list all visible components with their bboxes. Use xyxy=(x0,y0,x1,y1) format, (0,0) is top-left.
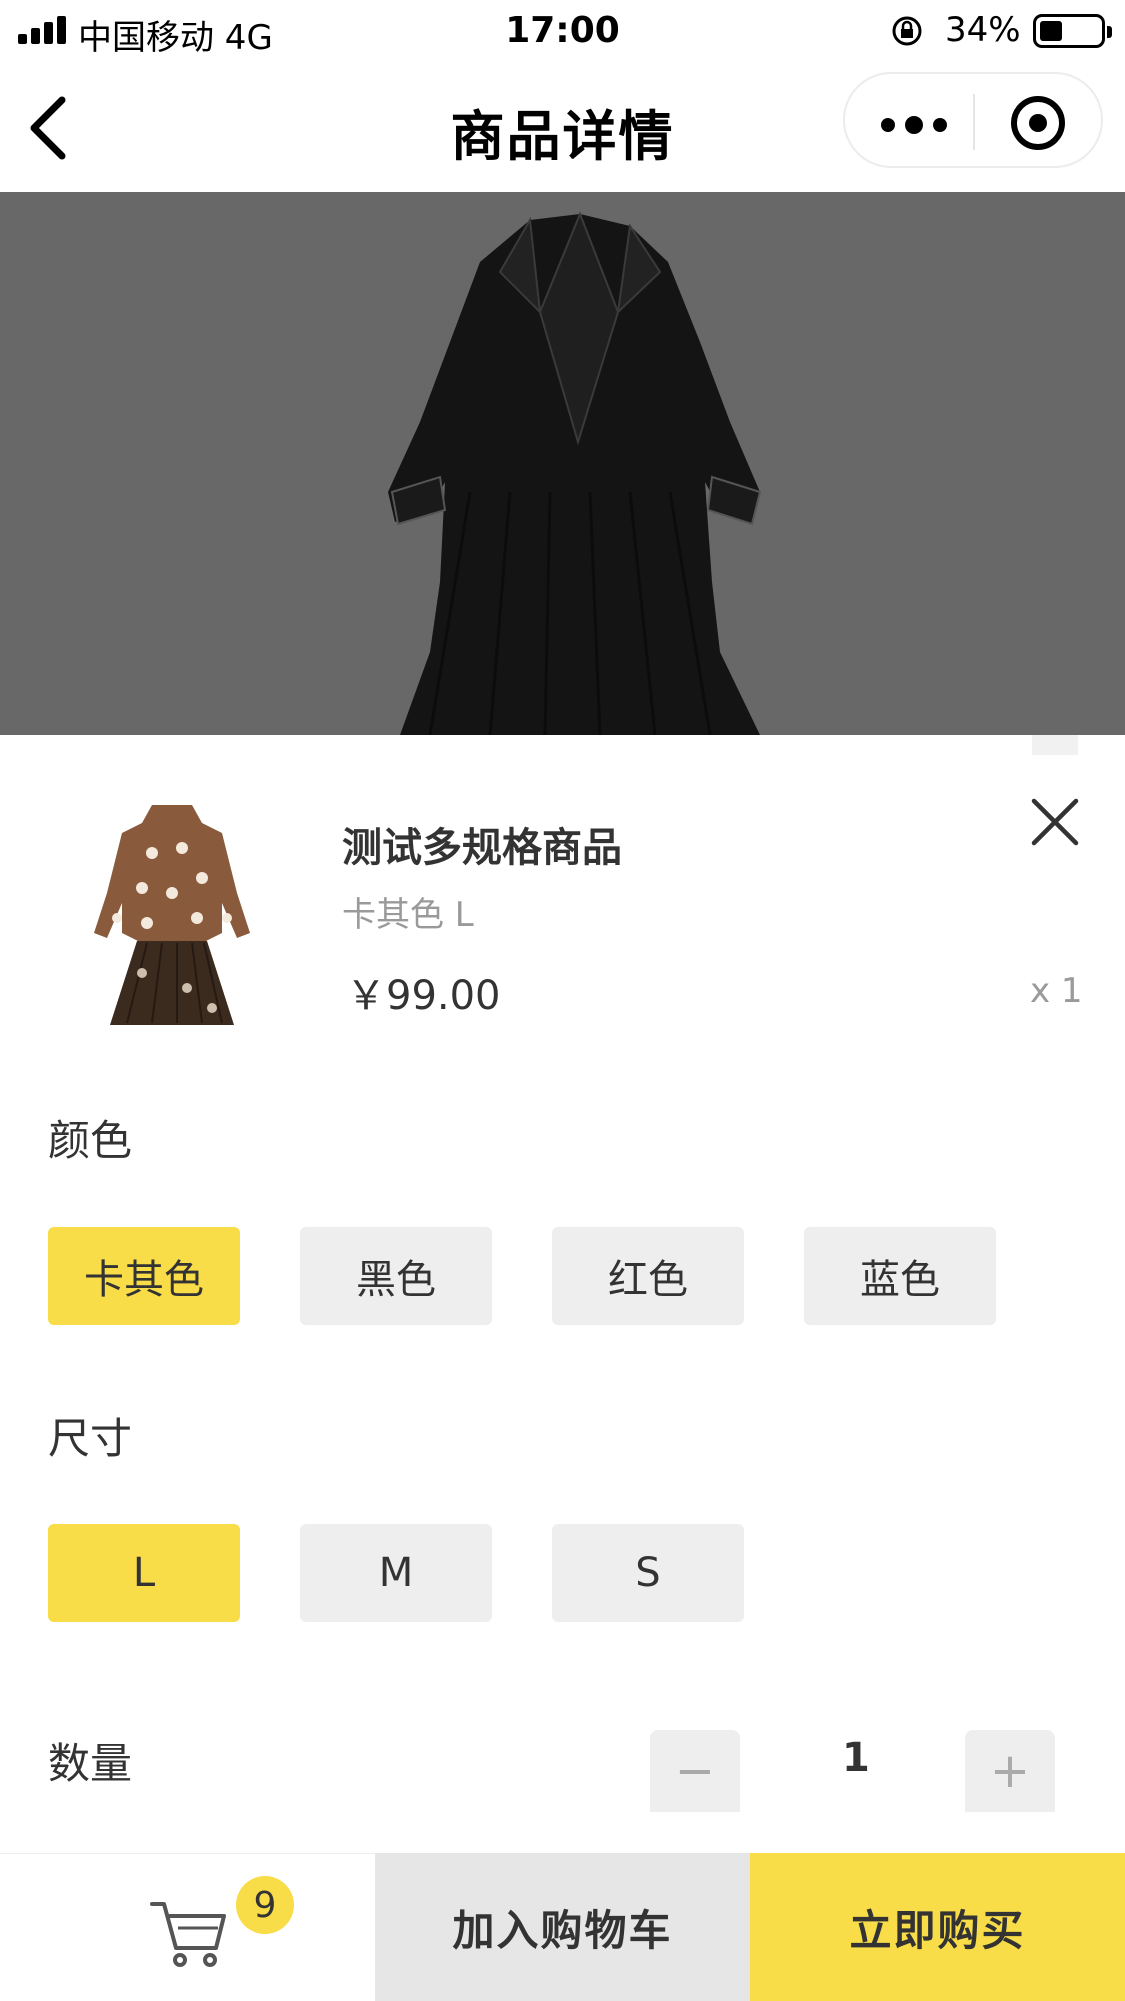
capsule-divider xyxy=(973,94,975,150)
quantity-decrement-button[interactable]: − xyxy=(650,1730,740,1812)
size-option-m[interactable]: M xyxy=(300,1524,492,1622)
cart-count-badge: 9 xyxy=(236,1876,294,1934)
product-thumbnail xyxy=(94,805,250,1025)
rotation-lock-icon xyxy=(892,16,922,46)
size-option-l[interactable]: L xyxy=(48,1524,240,1622)
black-dress-image xyxy=(388,211,762,735)
product-name: 测试多规格商品 xyxy=(342,825,622,871)
quantity-label: 数量 xyxy=(48,1739,133,1788)
nav-bar: 商品详情 xyxy=(0,64,1125,192)
cart-button[interactable]: 9 xyxy=(0,1853,375,2001)
quantity-tag: x 1 xyxy=(1030,971,1083,1011)
bottom-action-bar: 9 加入购物车 立即购买 xyxy=(0,1853,1125,2001)
cart-icon xyxy=(150,1902,226,1967)
more-dots-icon[interactable] xyxy=(875,94,955,150)
color-label: 颜色 xyxy=(48,1116,133,1165)
quantity-value: 1 xyxy=(842,1735,870,1781)
size-option-s[interactable]: S xyxy=(552,1524,744,1622)
target-circle-icon[interactable] xyxy=(1011,96,1065,150)
add-to-cart-button[interactable]: 加入购物车 xyxy=(375,1853,750,2001)
color-option-black[interactable]: 黑色 xyxy=(300,1227,492,1325)
buy-now-button[interactable]: 立即购买 xyxy=(750,1853,1125,2001)
product-hero-image xyxy=(0,192,1125,735)
color-option-khaki[interactable]: 卡其色 xyxy=(48,1227,240,1325)
sheet-handle xyxy=(1032,735,1078,755)
quantity-increment-button[interactable]: + xyxy=(965,1730,1055,1812)
status-bar: 中国移动 4G 17:00 34% xyxy=(0,0,1125,64)
battery-percent: 34% xyxy=(945,10,1021,50)
mini-program-capsule xyxy=(843,72,1103,168)
color-option-blue[interactable]: 蓝色 xyxy=(804,1227,996,1325)
product-price: ￥99.00 xyxy=(346,973,501,1019)
battery-icon xyxy=(1033,14,1112,48)
selected-spec-text: 卡其色 L xyxy=(342,895,474,935)
color-option-red[interactable]: 红色 xyxy=(552,1227,744,1325)
close-icon[interactable] xyxy=(1028,795,1082,849)
spec-sheet: 测试多规格商品 卡其色 L ￥99.00 x 1 颜色 卡其色 黑色 红色 蓝色… xyxy=(0,735,1125,1855)
size-label: 尺寸 xyxy=(48,1414,133,1463)
